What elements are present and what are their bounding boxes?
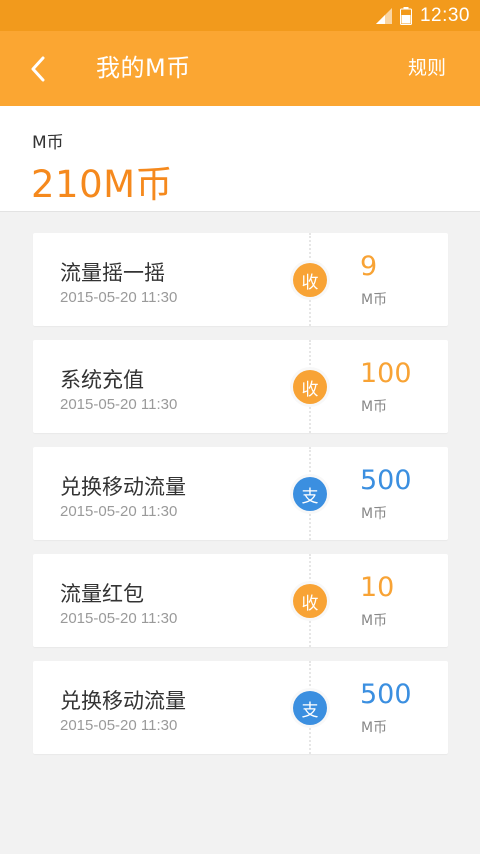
balance-card: M币 210M币 xyxy=(0,106,480,212)
expense-badge: 支 xyxy=(293,477,327,511)
transaction-time: 2015-05-20 11:30 xyxy=(60,289,178,306)
balance-value: 210M币 xyxy=(31,163,174,206)
transaction-time: 2015-05-20 11:30 xyxy=(60,503,178,520)
app-bar: 我的M币 规则 xyxy=(0,31,480,106)
transaction-title: 兑换移动流量 xyxy=(60,689,186,713)
transaction-item[interactable]: 兑换移动流量 2015-05-20 11:30 支 500 M币 xyxy=(33,661,448,754)
back-button[interactable] xyxy=(18,49,58,89)
signal-icon xyxy=(375,7,392,24)
balance-label: M币 xyxy=(32,133,64,153)
transaction-unit: M币 xyxy=(361,292,388,308)
chevron-left-icon xyxy=(31,56,45,82)
rules-button[interactable]: 规则 xyxy=(408,31,446,106)
transaction-amount: 10 xyxy=(360,572,395,603)
income-badge: 收 xyxy=(293,370,327,404)
income-badge: 收 xyxy=(293,584,327,618)
transaction-item[interactable]: 流量红包 2015-05-20 11:30 收 10 M币 xyxy=(33,554,448,647)
transaction-amount: 9 xyxy=(360,251,378,282)
battery-icon xyxy=(399,6,412,25)
expense-badge: 支 xyxy=(293,691,327,725)
transaction-title: 兑换移动流量 xyxy=(60,475,186,499)
transaction-unit: M币 xyxy=(361,506,388,522)
status-time: 12:30 xyxy=(419,4,470,26)
income-badge: 收 xyxy=(293,263,327,297)
transaction-unit: M币 xyxy=(361,613,388,629)
transaction-title: 流量红包 xyxy=(60,582,144,606)
transaction-title: 系统充值 xyxy=(60,368,144,392)
transaction-time: 2015-05-20 11:30 xyxy=(60,717,178,734)
transaction-time: 2015-05-20 11:30 xyxy=(60,396,178,413)
transaction-amount: 100 xyxy=(360,358,412,389)
transaction-amount: 500 xyxy=(360,679,412,710)
transaction-unit: M币 xyxy=(361,399,388,415)
transaction-item[interactable]: 流量摇一摇 2015-05-20 11:30 收 9 M币 xyxy=(33,233,448,326)
transaction-title: 流量摇一摇 xyxy=(60,261,165,285)
page-title: 我的M币 xyxy=(96,54,191,82)
transaction-item[interactable]: 系统充值 2015-05-20 11:30 收 100 M币 xyxy=(33,340,448,433)
transaction-unit: M币 xyxy=(361,720,388,736)
status-bar: 12:30 xyxy=(0,0,480,31)
transaction-item[interactable]: 兑换移动流量 2015-05-20 11:30 支 500 M币 xyxy=(33,447,448,540)
transaction-time: 2015-05-20 11:30 xyxy=(60,610,178,627)
transaction-list: 流量摇一摇 2015-05-20 11:30 收 9 M币 系统充值 2015-… xyxy=(33,233,448,768)
transaction-amount: 500 xyxy=(360,465,412,496)
